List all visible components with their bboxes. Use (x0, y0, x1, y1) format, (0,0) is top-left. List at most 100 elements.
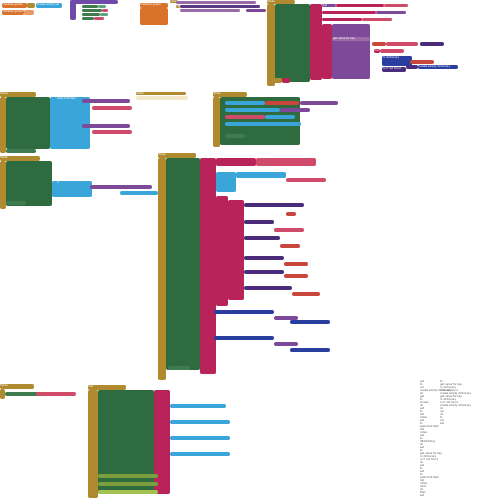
text-literal[interactable] (386, 42, 418, 46)
dict-key[interactable] (406, 65, 418, 69)
text-value[interactable] (265, 101, 299, 105)
value-slot[interactable] (36, 392, 76, 396)
global-variable-block[interactable]: initialize global (2, 10, 24, 15)
setter-literal[interactable] (256, 158, 316, 166)
component-setter[interactable] (168, 366, 190, 370)
dictionary-value[interactable] (420, 42, 444, 46)
list-getter[interactable] (225, 101, 265, 105)
global-variable-body[interactable] (140, 8, 168, 25)
component-setter[interactable] (6, 149, 36, 153)
select-list-item[interactable]: select list item (56, 97, 82, 101)
component-setter[interactable] (5, 392, 39, 396)
setter-literal[interactable] (384, 4, 408, 7)
select-list-item[interactable]: if (56, 181, 90, 185)
dictionary-spine[interactable] (216, 196, 228, 306)
component-getter[interactable] (82, 9, 102, 12)
event-when-bar[interactable]: when (0, 384, 34, 389)
text-key[interactable] (292, 292, 320, 296)
dictionary-value[interactable] (244, 256, 284, 260)
list-target[interactable] (280, 108, 310, 112)
handler-statement[interactable] (180, 5, 260, 8)
list-getter[interactable] (225, 122, 301, 126)
value-slot[interactable] (102, 9, 108, 12)
value-slot[interactable] (274, 228, 304, 232)
index-slot[interactable] (92, 130, 132, 134)
dictionary-spine[interactable] (322, 24, 332, 79)
dictionary-lookup[interactable] (290, 348, 330, 352)
list-value[interactable] (265, 115, 295, 119)
list-target[interactable] (82, 124, 130, 128)
call-target[interactable] (380, 49, 404, 53)
list-target[interactable] (82, 99, 130, 103)
dictionary-value[interactable] (244, 270, 284, 274)
list-getter[interactable] (170, 404, 226, 408)
list-target[interactable] (300, 101, 338, 105)
component-block[interactable] (6, 161, 52, 206)
create-empty-list-block[interactable]: create empty list (36, 3, 62, 8)
setter-row[interactable] (322, 18, 362, 21)
select-list-item[interactable] (50, 112, 70, 116)
event-spine[interactable] (213, 97, 220, 147)
index-slot[interactable] (225, 115, 265, 119)
dictionary-lookup[interactable] (290, 320, 330, 324)
set-block[interactable]: set (322, 4, 336, 7)
component-getter[interactable] (98, 490, 158, 494)
math-block[interactable] (214, 336, 274, 340)
global-variable-block[interactable]: initialize global (2, 3, 27, 8)
get-value-for-key-block[interactable]: get value for key (332, 37, 370, 41)
list-getter[interactable] (170, 452, 230, 456)
event-comment[interactable] (136, 96, 188, 100)
math-block[interactable] (214, 310, 274, 314)
setter-value[interactable] (362, 18, 392, 21)
variable-name-slot[interactable] (27, 3, 35, 8)
component-block[interactable] (6, 97, 50, 149)
event-spine[interactable] (267, 4, 275, 86)
list-getter[interactable] (225, 108, 280, 112)
collapsed-statement[interactable] (268, 78, 282, 83)
event-header[interactable] (176, 1, 256, 4)
text-key[interactable] (284, 274, 308, 278)
list-getter[interactable] (170, 420, 230, 424)
text-key[interactable] (284, 262, 308, 266)
dictionary-value[interactable] (244, 220, 274, 224)
list-target[interactable] (90, 185, 152, 189)
list-getter[interactable] (170, 436, 230, 440)
list-block[interactable] (50, 97, 90, 149)
component-getter[interactable] (82, 5, 98, 8)
dictionary-body[interactable] (332, 24, 370, 79)
component-getter[interactable] (82, 13, 100, 16)
text-key[interactable] (286, 212, 296, 216)
component-setter[interactable] (225, 134, 245, 138)
create-empty-dictionary-block[interactable]: create empty dictionary (418, 65, 458, 69)
component-block[interactable] (98, 390, 154, 494)
setter-value[interactable] (376, 11, 406, 14)
component-setter[interactable] (6, 201, 26, 205)
variable-setter[interactable] (154, 390, 170, 494)
setter-row[interactable] (322, 11, 376, 14)
or-if-not-found[interactable]: or if not found (382, 67, 406, 72)
variable-setter[interactable] (200, 158, 216, 374)
value-slot[interactable] (94, 17, 104, 20)
handler-value[interactable] (246, 9, 266, 12)
list-getter[interactable] (236, 172, 286, 178)
component-block[interactable] (166, 158, 200, 370)
dictionary-value[interactable] (244, 203, 304, 207)
math-value[interactable] (274, 342, 298, 346)
property-slot[interactable] (98, 5, 106, 8)
in-dictionary-label[interactable]: in dictionary (382, 56, 412, 60)
index-slot[interactable] (120, 191, 158, 195)
handler-statement[interactable] (180, 9, 240, 12)
text-key[interactable] (280, 244, 300, 248)
index-slot[interactable] (286, 178, 326, 182)
dictionary-value[interactable] (244, 236, 280, 240)
dictionary-body[interactable] (228, 200, 244, 300)
component-getter[interactable] (98, 482, 158, 486)
procedure-header[interactable] (70, 0, 118, 4)
collapsed-value[interactable] (282, 78, 290, 83)
property-slot[interactable] (100, 13, 108, 16)
component-getter[interactable] (82, 17, 94, 20)
variable-name-slot[interactable] (24, 10, 34, 15)
value-slot[interactable] (410, 60, 434, 64)
setter-row[interactable] (216, 158, 256, 166)
variable-setter[interactable] (310, 4, 322, 80)
